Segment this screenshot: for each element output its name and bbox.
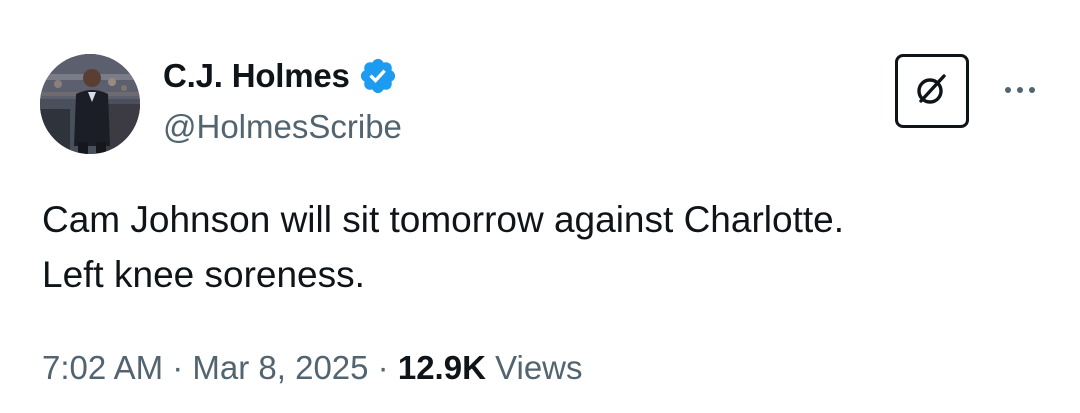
more-dot xyxy=(1029,87,1035,93)
author-name-row: C.J. Holmes xyxy=(163,56,398,96)
verified-badge-icon[interactable] xyxy=(358,56,398,96)
tweet-text: Cam Johnson will sit tomorrow against Ch… xyxy=(42,199,844,295)
profile-photo-icon xyxy=(40,54,140,154)
tweet-time[interactable]: 7:02 AM xyxy=(42,349,163,386)
tweet-card: C.J. Holmes @HolmesScribe Cam Johnson wi… xyxy=(0,0,1080,413)
tweet-meta: 7:02 AM · Mar 8, 2025 · 12.9K Views xyxy=(42,349,583,387)
grok-icon xyxy=(910,67,954,116)
tweet-date[interactable]: Mar 8, 2025 xyxy=(192,349,368,386)
views-count[interactable]: 12.9K xyxy=(398,349,486,386)
avatar[interactable] xyxy=(40,54,140,154)
more-options-button[interactable] xyxy=(996,72,1044,108)
grok-button[interactable] xyxy=(895,54,969,128)
meta-separator: · xyxy=(163,349,193,386)
more-dot xyxy=(1017,87,1023,93)
author-display-name[interactable]: C.J. Holmes xyxy=(163,57,350,95)
more-horizontal-icon xyxy=(1005,87,1011,93)
views-label: Views xyxy=(485,349,583,386)
author-handle[interactable]: @HolmesScribe xyxy=(163,108,402,146)
meta-separator: · xyxy=(368,349,398,386)
